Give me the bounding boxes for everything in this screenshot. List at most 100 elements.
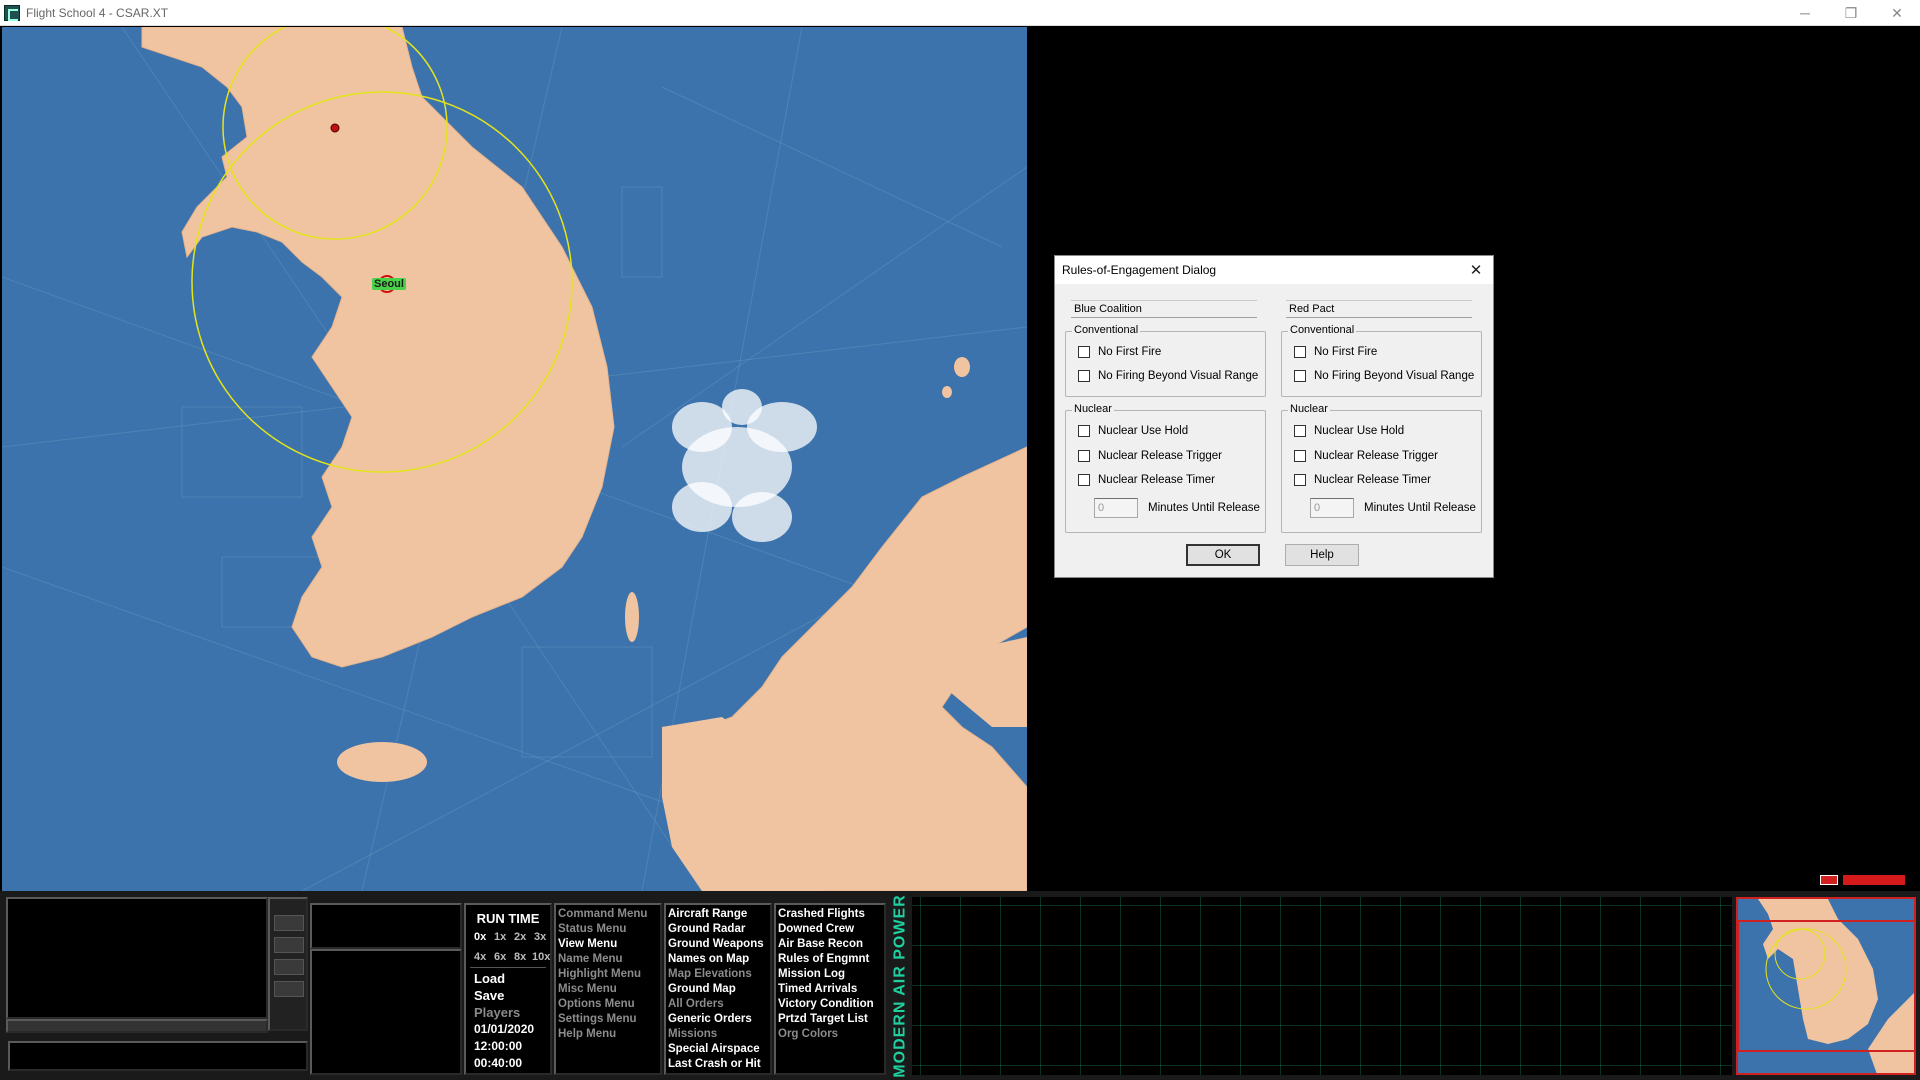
- menu-item-ground-map[interactable]: Ground Map: [668, 982, 764, 997]
- app-icon: [4, 4, 20, 21]
- group-label: Conventional: [1288, 324, 1357, 336]
- speed-10x-button[interactable]: 10x: [532, 951, 550, 963]
- help-button[interactable]: Help: [1285, 544, 1359, 566]
- checkbox-nuclear-release-trigger-red[interactable]: Nuclear Release Trigger: [1294, 450, 1438, 462]
- overview-minimap[interactable]: [1736, 897, 1916, 1075]
- players-button[interactable]: Players: [474, 1005, 520, 1020]
- minimize-button[interactable]: ─: [1782, 0, 1828, 26]
- menu-item-downed-crew[interactable]: Downed Crew: [778, 922, 874, 937]
- checkbox[interactable]: [1078, 450, 1090, 462]
- scroll-strip[interactable]: [268, 897, 308, 1031]
- group-label: Conventional: [1072, 324, 1141, 336]
- message-box: [8, 1041, 308, 1071]
- checkbox[interactable]: [1294, 450, 1306, 462]
- menu-item-all-orders[interactable]: All Orders: [668, 997, 764, 1012]
- checkbox[interactable]: [1294, 370, 1306, 382]
- checkbox[interactable]: [1294, 474, 1306, 486]
- checkbox-no-first-fire-red[interactable]: No First Fire: [1294, 346, 1377, 358]
- checkbox-label: No First Fire: [1098, 346, 1162, 358]
- menu-item-aircraft-range[interactable]: Aircraft Range: [668, 907, 764, 922]
- button-strip[interactable]: [6, 1019, 268, 1033]
- checkbox-nuclear-use-hold-blue[interactable]: Nuclear Use Hold: [1078, 425, 1188, 437]
- menu-item-settings-menu[interactable]: Settings Menu: [558, 1012, 647, 1027]
- menu-item-misc-menu[interactable]: Misc Menu: [558, 982, 647, 997]
- speed-0x-button[interactable]: 0x: [474, 931, 486, 943]
- speed-6x-button[interactable]: 6x: [494, 951, 506, 963]
- runtime-title: RUN TIME: [476, 911, 540, 926]
- checkbox[interactable]: [1294, 425, 1306, 437]
- checkbox-nuclear-release-trigger-blue[interactable]: Nuclear Release Trigger: [1078, 450, 1222, 462]
- checkbox[interactable]: [1078, 425, 1090, 437]
- korean-peninsula: [141, 27, 615, 668]
- roe-dialog: Rules-of-Engagement Dialog ✕ Blue Coalit…: [1054, 255, 1494, 578]
- menu-panel-reports: Crashed Flights Downed Crew Air Base Recon…: [774, 903, 886, 1075]
- menu-item-options-menu[interactable]: Options Menu: [558, 997, 647, 1012]
- info-display: [6, 897, 268, 1019]
- map-canvas[interactable]: [2, 27, 1027, 891]
- menu-item-ground-radar[interactable]: Ground Radar: [668, 922, 764, 937]
- save-button[interactable]: Save: [474, 988, 504, 1003]
- checkbox-label: Nuclear Release Trigger: [1098, 450, 1223, 462]
- checkbox-label: Nuclear Release Timer: [1314, 474, 1431, 486]
- menu-item-command-menu[interactable]: Command Menu: [558, 907, 647, 922]
- checkbox-no-first-fire-blue[interactable]: No First Fire: [1078, 346, 1161, 358]
- menu-item-special-airspace[interactable]: Special Airspace: [668, 1042, 764, 1057]
- menu-item-missions[interactable]: Missions: [668, 1027, 764, 1042]
- checkbox-nuclear-release-timer-blue[interactable]: Nuclear Release Timer: [1078, 474, 1215, 486]
- menu-item-org-colors[interactable]: Org Colors: [778, 1027, 874, 1042]
- hostile-marker: [330, 123, 340, 133]
- runtime-panel: RUN TIME 0x 1x 2x 3x 4x 6x 8x 10x Load S…: [464, 903, 552, 1075]
- speed-3x-button[interactable]: 3x: [534, 931, 546, 943]
- checkbox[interactable]: [1078, 370, 1090, 382]
- minimap-canvas[interactable]: [1738, 899, 1916, 1075]
- menu-item-victory-condition[interactable]: Victory Condition: [778, 997, 874, 1012]
- checkbox-no-bvr-blue[interactable]: No Firing Beyond Visual Range: [1078, 370, 1258, 382]
- menu-item-names-on-map[interactable]: Names on Map: [668, 952, 764, 967]
- menu-item-view-menu[interactable]: View Menu: [558, 937, 647, 952]
- restore-button[interactable]: ❐: [1828, 0, 1874, 26]
- checkbox[interactable]: [1078, 474, 1090, 486]
- close-window-button[interactable]: ✕: [1874, 0, 1920, 26]
- dialog-title: Rules-of-Engagement Dialog: [1055, 256, 1493, 284]
- checkbox-label: No Firing Beyond Visual Range: [1314, 370, 1475, 382]
- menu-item-air-base-recon[interactable]: Air Base Recon: [778, 937, 874, 952]
- menu-item-ground-weapons[interactable]: Ground Weapons: [668, 937, 764, 952]
- speed-1x-button[interactable]: 1x: [494, 931, 506, 943]
- checkbox-no-bvr-red[interactable]: No Firing Beyond Visual Range: [1294, 370, 1474, 382]
- checkbox-label: Nuclear Release Trigger: [1314, 450, 1439, 462]
- minutes-until-release-input-blue[interactable]: 0: [1094, 498, 1138, 518]
- menu-item-highlight-menu[interactable]: Highlight Menu: [558, 967, 647, 982]
- city-label-seoul[interactable]: Seoul: [372, 278, 406, 290]
- checkbox-label: No First Fire: [1314, 346, 1378, 358]
- timeline-grid[interactable]: [912, 897, 1732, 1075]
- checkbox-label: Nuclear Use Hold: [1314, 425, 1405, 437]
- minutes-until-release-input-red[interactable]: 0: [1310, 498, 1354, 518]
- menu-item-name-menu[interactable]: Name Menu: [558, 952, 647, 967]
- conventional-group-red: Conventional No First Fire No Firing Bey…: [1281, 324, 1482, 397]
- main-menu-list: Command Menu Status Menu View Menu Name Men…: [558, 907, 647, 1042]
- menu-item-crashed-flights[interactable]: Crashed Flights: [778, 907, 874, 922]
- title-bar: Flight School 4 - CSAR.XT ─ ❐ ✕: [0, 0, 1920, 26]
- ok-button[interactable]: OK: [1186, 544, 1260, 566]
- menu-item-prtzd-target-list[interactable]: Prtzd Target List: [778, 1012, 874, 1027]
- menu-item-timed-arrivals[interactable]: Timed Arrivals: [778, 982, 874, 997]
- menu-item-status-menu[interactable]: Status Menu: [558, 922, 647, 937]
- menu-item-generic-orders[interactable]: Generic Orders: [668, 1012, 764, 1027]
- menu-item-mission-log[interactable]: Mission Log: [778, 967, 874, 982]
- load-button[interactable]: Load: [474, 971, 505, 986]
- checkbox-nuclear-release-timer-red[interactable]: Nuclear Release Timer: [1294, 474, 1431, 486]
- timer-row-blue: 0 Minutes Until Release: [1094, 498, 1260, 518]
- speed-4x-button[interactable]: 4x: [474, 951, 486, 963]
- group-label: Nuclear: [1288, 403, 1330, 415]
- speed-8x-button[interactable]: 8x: [514, 951, 526, 963]
- checkbox[interactable]: [1078, 346, 1090, 358]
- menu-item-rules-of-engmnt[interactable]: Rules of Engmnt: [778, 952, 874, 967]
- speed-2x-button[interactable]: 2x: [514, 931, 526, 943]
- tactical-map[interactable]: Seoul: [2, 27, 1027, 891]
- menu-item-help-menu[interactable]: Help Menu: [558, 1027, 647, 1042]
- dialog-close-button[interactable]: ✕: [1465, 260, 1487, 280]
- checkbox-nuclear-use-hold-red[interactable]: Nuclear Use Hold: [1294, 425, 1404, 437]
- menu-item-last-crash-or-hit[interactable]: Last Crash or Hit: [668, 1057, 764, 1072]
- checkbox[interactable]: [1294, 346, 1306, 358]
- menu-item-map-elevations[interactable]: Map Elevations: [668, 967, 764, 982]
